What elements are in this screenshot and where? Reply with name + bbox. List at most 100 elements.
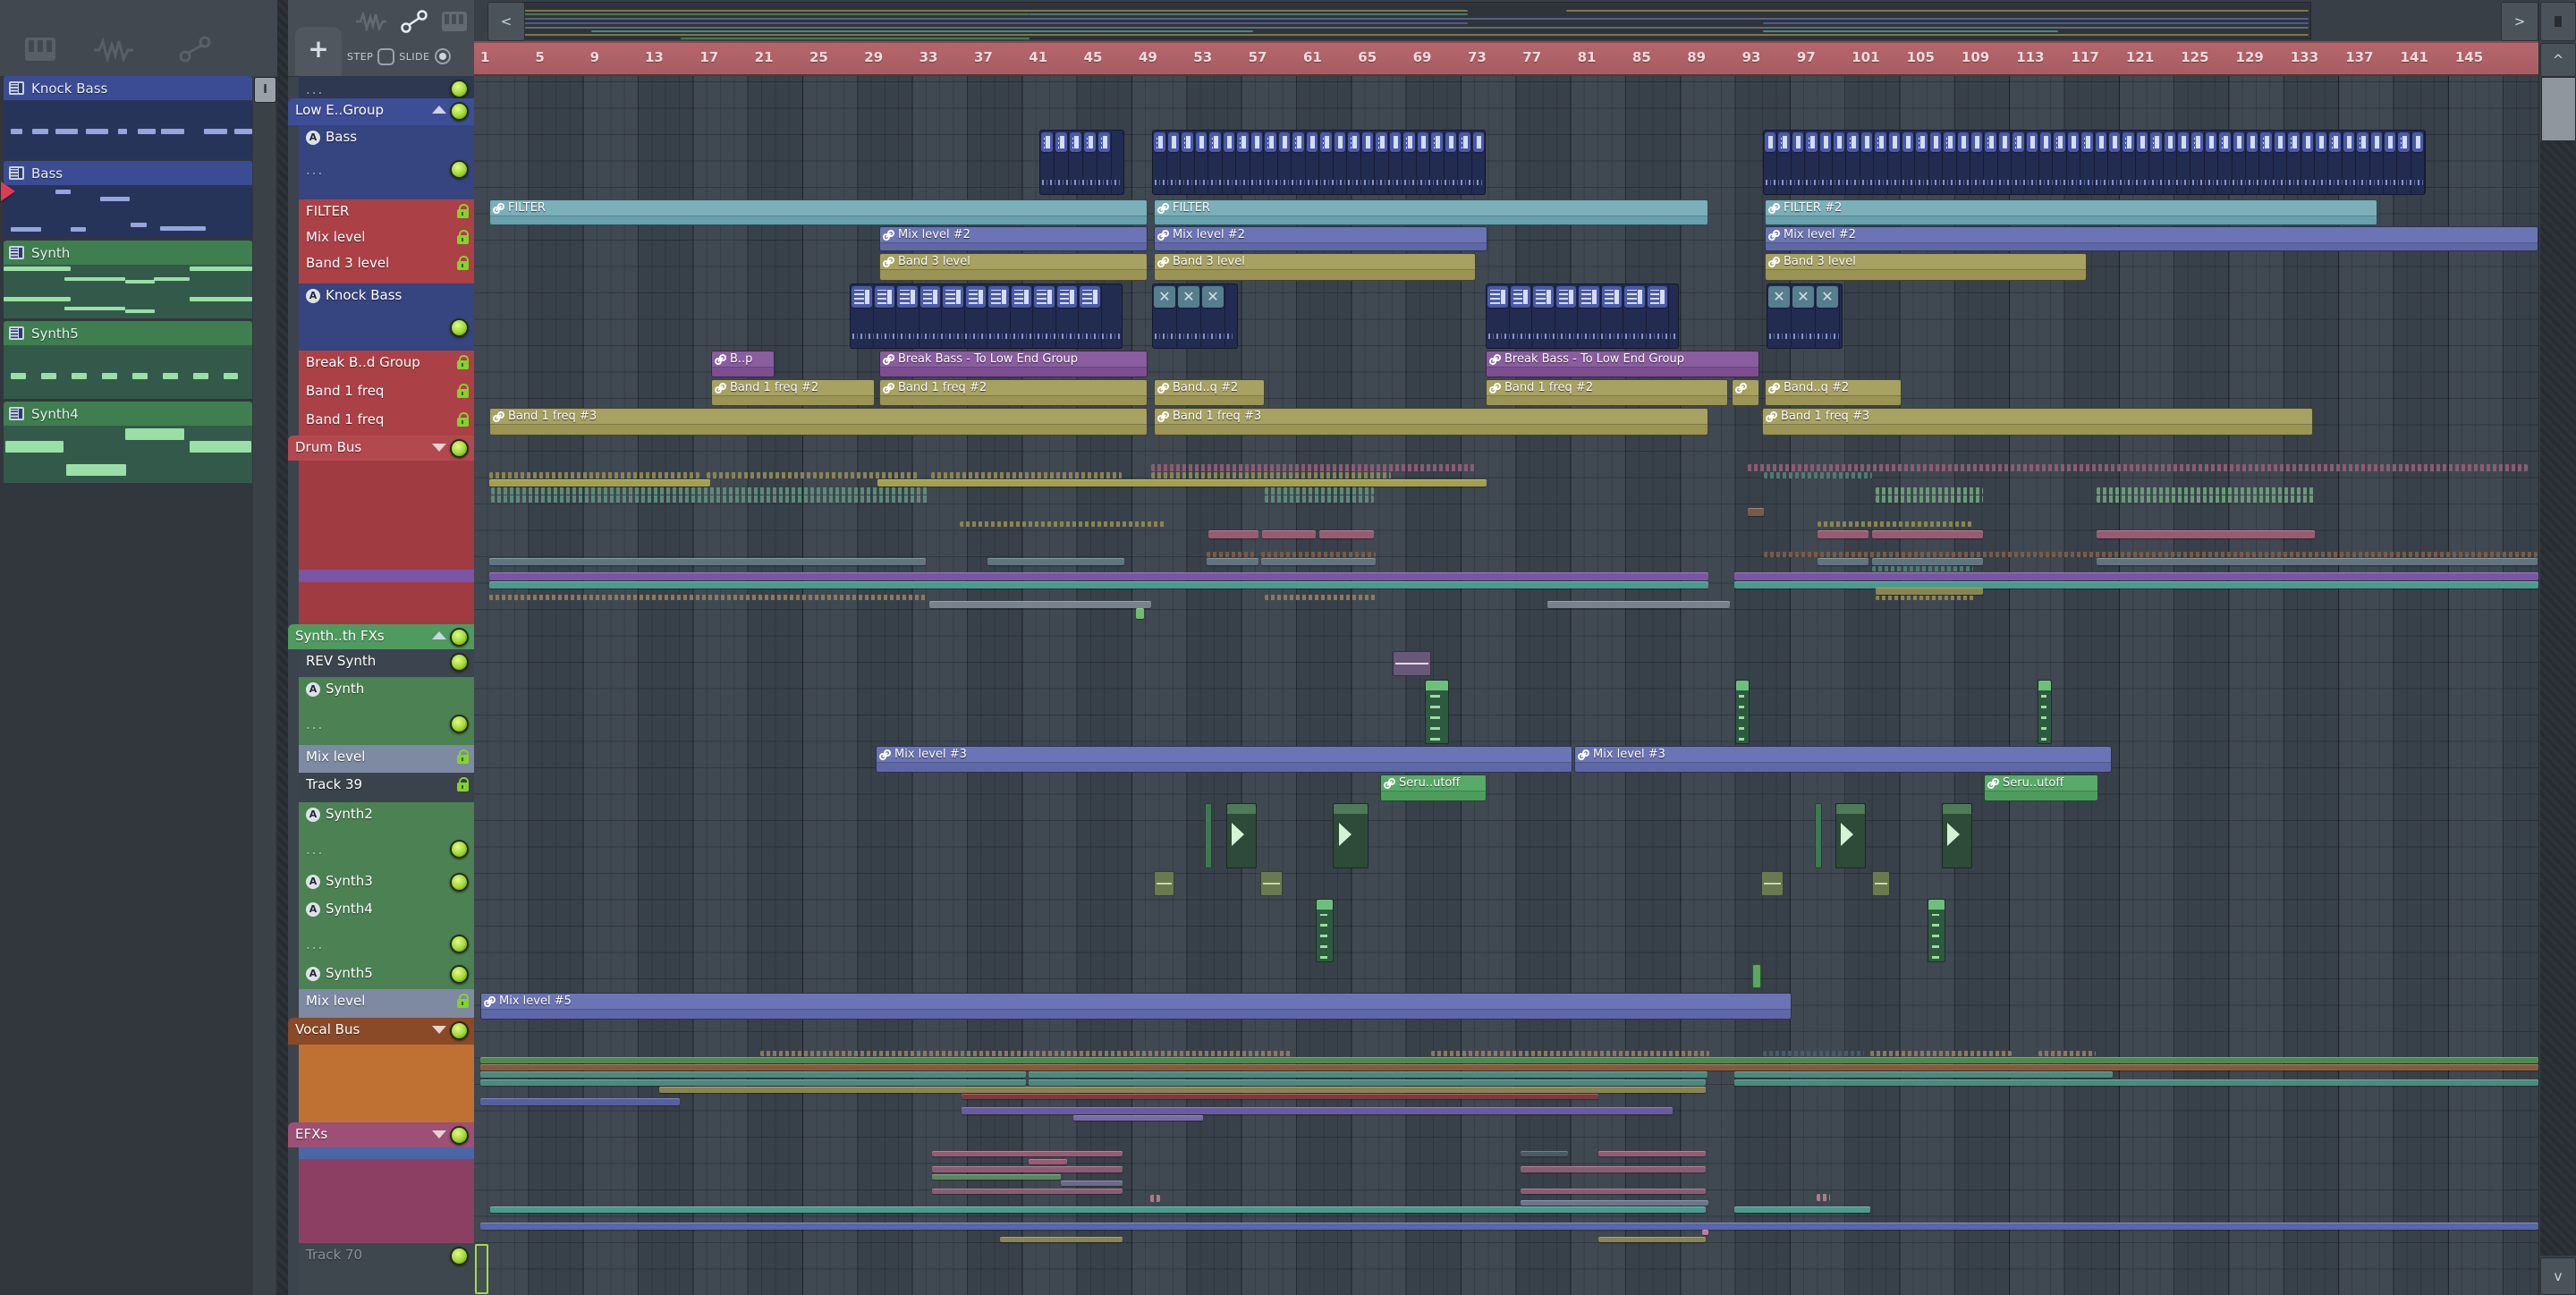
track-row-bass[interactable]: A Bass — [299, 125, 474, 157]
collapsed-clip-strip[interactable] — [931, 472, 1122, 478]
mini-clip-olive-mini[interactable] — [1872, 871, 1890, 896]
collapsed-clip-strip[interactable] — [760, 1051, 1292, 1056]
mini-clip-pat-green[interactable] — [1928, 899, 1945, 962]
collapsed-clip-strip[interactable] — [1319, 530, 1374, 538]
collapsed-clip-strip[interactable] — [1265, 495, 1374, 503]
collapsed-clip-strip[interactable] — [1876, 596, 1974, 600]
pattern-clip-group[interactable] — [1039, 130, 1124, 195]
pattern-clip-cell[interactable] — [2122, 131, 2136, 193]
pattern-clip-cell[interactable] — [1458, 131, 1472, 193]
collapsed-clip-strip[interactable] — [480, 1079, 1026, 1086]
pattern-clip-cell[interactable] — [942, 285, 965, 347]
pattern-clip-cell[interactable] — [1278, 131, 1292, 193]
collapsed-clip-strip[interactable] — [932, 1166, 1123, 1172]
mini-clip-green-solid[interactable] — [1752, 964, 1761, 988]
mini-clip-thin-green[interactable] — [1205, 803, 1212, 868]
track-led[interactable] — [450, 840, 469, 859]
pattern-clip-cell[interactable] — [2095, 131, 2108, 193]
pattern-clip-cell[interactable] — [2108, 131, 2123, 193]
collapse-arrow-icon[interactable] — [432, 1130, 446, 1138]
pattern-clip-cell[interactable] — [1445, 131, 1458, 193]
pattern-clip-cell[interactable] — [2026, 131, 2039, 193]
pattern-clip-cell[interactable] — [1902, 131, 1916, 193]
playlist-clip-band-1-freq-2[interactable]: Band 1 freq #2 — [1486, 379, 1728, 406]
pattern-clip-cell[interactable] — [1097, 131, 1112, 193]
collapsed-clip-strip[interactable] — [1818, 521, 1974, 527]
playlist-clip-band-q-2[interactable]: Band..q #2 — [1154, 379, 1265, 406]
track-row-synth5[interactable]: A Synth5 — [299, 961, 474, 989]
collapsed-clip-strip[interactable] — [1598, 1151, 1706, 1156]
pattern-clip-cell[interactable] — [2328, 131, 2343, 193]
collapsed-clip-strip[interactable] — [1521, 1166, 1706, 1172]
collapsed-clip-strip[interactable] — [1876, 588, 1983, 595]
collapsed-clip-strip[interactable] — [480, 1098, 680, 1105]
collapsed-clip-strip[interactable] — [1061, 1181, 1123, 1186]
pattern-clip-group[interactable] — [1486, 284, 1679, 349]
pattern-clip-cell[interactable] — [1033, 285, 1056, 347]
track-row-rev-synth[interactable]: REV Synth — [299, 649, 474, 677]
pattern-clip-cell[interactable] — [2164, 131, 2177, 193]
collapsed-clip-strip[interactable] — [707, 472, 919, 478]
piano-icon[interactable] — [442, 12, 467, 31]
pattern-clip-cell[interactable] — [1417, 131, 1430, 193]
automation-link-icon[interactable] — [179, 36, 211, 63]
automation-link-icon[interactable] — [401, 10, 428, 33]
pattern-clip-cell[interactable] — [1819, 131, 1833, 193]
track-led[interactable] — [450, 715, 469, 733]
track-row-synth[interactable]: A Synth — [299, 677, 474, 711]
collapsed-clip-strip[interactable] — [1872, 558, 1983, 565]
playlist-clip-break-bass-to-low-end-group[interactable]: Break Bass - To Low End Group — [879, 351, 1148, 377]
lock-icon[interactable] — [457, 384, 469, 398]
pattern-clip-cell[interactable] — [874, 285, 896, 347]
pattern-clip-group-muted[interactable]: ✕ ✕ ✕ — [1767, 284, 1843, 349]
collapsed-clip-strip[interactable] — [1872, 530, 1983, 538]
mini-clip-wav-green[interactable] — [1942, 803, 1972, 868]
pattern-preview[interactable] — [4, 185, 252, 238]
collapse-arrow-icon[interactable] — [432, 106, 446, 114]
pattern-clip-cell[interactable] — [1069, 131, 1083, 193]
pattern-clip-group[interactable] — [1152, 130, 1486, 195]
track-row[interactable] — [299, 1159, 474, 1243]
collapsed-clip-strip[interactable] — [1521, 1200, 1708, 1206]
collapsed-clip-strip[interactable] — [659, 1087, 1706, 1093]
pattern-clip-cell[interactable] — [1532, 285, 1555, 347]
track-led[interactable] — [450, 935, 469, 953]
playlist-clip-filter[interactable]: FILTER — [489, 199, 1148, 225]
pattern-clip-cell[interactable] — [1056, 285, 1079, 347]
track-row-synth-th-fxs[interactable]: Synth..th FXs — [288, 624, 474, 649]
timeline-ruler[interactable]: 1 5 9 13 17 21 25 29 33 37 41 45 49 53 57 61 65 69 73 77 81 8… — [474, 41, 2538, 76]
track-led[interactable] — [450, 102, 469, 121]
pattern-clip-cell[interactable] — [896, 285, 919, 347]
playlist-clip-seru-utoff[interactable]: Seru..utoff — [1380, 774, 1487, 801]
pattern-clip-cell[interactable] — [1647, 285, 1669, 347]
pattern-clip-group[interactable] — [850, 284, 1123, 349]
pattern-item-synth5[interactable]: Synth5 — [4, 321, 252, 345]
collapsed-clip-strip[interactable] — [1817, 1194, 1830, 1201]
collapsed-clip-strip[interactable] — [1734, 1079, 2538, 1086]
collapsed-clip-strip[interactable] — [1136, 608, 1144, 619]
pattern-clip-cell[interactable] — [2384, 131, 2398, 193]
collapsed-clip-strip[interactable] — [2097, 558, 2538, 565]
collapsed-clip-strip[interactable] — [929, 601, 1151, 608]
piano-icon[interactable] — [25, 38, 55, 61]
collapsed-clip-strip[interactable] — [1261, 552, 1376, 557]
playlist-canvas[interactable]: FILTER FILTER FILTER #2 Mix level #2 Mix lev… — [474, 76, 2538, 1295]
pattern-clip-cell[interactable] — [1888, 131, 1902, 193]
pattern-clip-cell[interactable] — [2315, 131, 2329, 193]
scrollbar-top-button[interactable] — [2540, 2, 2576, 41]
collapsed-clip-strip[interactable] — [490, 1206, 1706, 1213]
pattern-clip-cell[interactable] — [851, 285, 874, 347]
collapsed-clip-strip[interactable] — [1734, 572, 2538, 580]
pattern-clip-cell[interactable] — [1915, 131, 1929, 193]
collapsed-clip-strip[interactable] — [2097, 495, 2315, 503]
track-row-band-1-freq[interactable]: Band 1 freq — [299, 408, 474, 436]
collapsed-clip-strip[interactable] — [1000, 1237, 1123, 1242]
collapsed-clip-strip[interactable] — [960, 521, 1165, 527]
pattern-clip-cell[interactable] — [1292, 131, 1306, 193]
pattern-clip-cell[interactable]: ✕ — [1767, 285, 1792, 347]
collapsed-clip-strip[interactable] — [491, 495, 929, 503]
collapsed-clip-strip[interactable] — [1818, 558, 1868, 565]
track-row[interactable] — [299, 1147, 474, 1159]
pattern-clip-cell[interactable] — [1223, 131, 1236, 193]
playlist-clip-mix-level-3[interactable]: Mix level #3 — [1574, 746, 2112, 773]
